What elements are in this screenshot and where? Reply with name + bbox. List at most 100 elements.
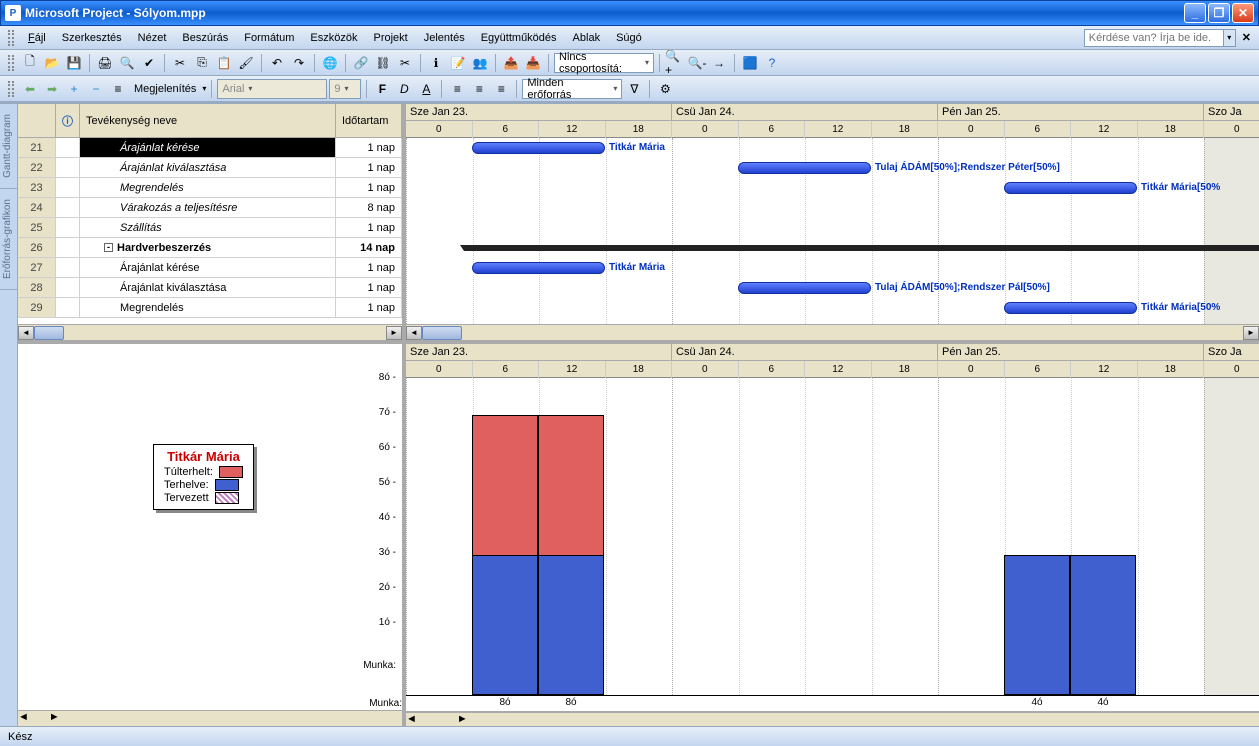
assign-icon[interactable]: 👥 (470, 53, 490, 73)
table-row[interactable]: 29Megrendelés1 nap (18, 298, 402, 318)
show-icon[interactable]: ≡ (108, 79, 128, 99)
col-header-row[interactable] (18, 104, 56, 137)
nav-plus-icon[interactable]: + (64, 79, 84, 99)
timeline-hour: 12 (805, 121, 872, 138)
menu-collab[interactable]: Együttműködés (473, 29, 565, 47)
link-icon[interactable]: 🌐 (320, 53, 340, 73)
menu-report[interactable]: Jelentés (416, 29, 473, 47)
format-painter-icon[interactable]: 🖌 (236, 53, 256, 73)
help-icon[interactable]: ? (762, 53, 782, 73)
gantt-bar[interactable] (472, 262, 605, 274)
paste-icon[interactable]: 📋 (214, 53, 234, 73)
zoom-out-icon[interactable]: 🔍- (687, 53, 707, 73)
info-icon[interactable]: ℹ (426, 53, 446, 73)
menu-tools[interactable]: Eszközök (302, 29, 365, 47)
menu-view[interactable]: Nézet (130, 29, 175, 47)
new-icon[interactable]: 🗋 (20, 53, 40, 73)
graph-bar-loaded (538, 555, 604, 695)
toolbar-handle[interactable] (8, 55, 14, 71)
maximize-button[interactable]: ❐ (1208, 3, 1230, 23)
ms-icon[interactable]: 🟦 (740, 53, 760, 73)
toolbar-handle[interactable] (8, 81, 14, 97)
toolbar-handle[interactable] (8, 30, 14, 46)
help-search-input[interactable] (1084, 29, 1224, 47)
col-header-dur[interactable]: Időtartam (336, 104, 402, 137)
table-row[interactable]: 21Árajánlat kérése1 nap (18, 138, 402, 158)
menu-file[interactable]: Fájl (20, 29, 54, 47)
zoom-in-icon[interactable]: 🔍+ (665, 53, 685, 73)
table-row[interactable]: 28Árajánlat kiválasztása1 nap (18, 278, 402, 298)
scroll-thumb[interactable] (34, 326, 64, 340)
help-search-dropdown[interactable]: ▾ (1224, 29, 1236, 47)
table-hscroll[interactable]: ◄ ► (18, 324, 402, 340)
close-button[interactable]: ✕ (1232, 3, 1254, 23)
publish-icon[interactable]: 📤 (501, 53, 521, 73)
table-row[interactable]: 27Árajánlat kérése1 nap (18, 258, 402, 278)
gantt-bar[interactable] (738, 282, 871, 294)
copy-icon[interactable]: ⎘ (192, 53, 212, 73)
table-row[interactable]: 24Várakozás a teljesítésre8 nap (18, 198, 402, 218)
table-row[interactable]: 22Árajánlat kiválasztása1 nap (18, 158, 402, 178)
gantt-chart[interactable]: Sze Jan 23.061218Csü Jan 24.061218Pén Ja… (406, 104, 1259, 340)
size-combo[interactable]: 9▾ (329, 79, 361, 99)
undo-icon[interactable]: ↶ (267, 53, 287, 73)
save-icon[interactable]: 💾 (64, 53, 84, 73)
scroll-left-icon[interactable]: ◄ (18, 326, 34, 340)
align-center-icon[interactable]: ≡ (469, 79, 489, 99)
menu-edit[interactable]: Szerkesztés (54, 29, 130, 47)
spell-icon[interactable]: ✔ (139, 53, 159, 73)
col-header-info[interactable]: ⓘ (56, 104, 80, 137)
nav-back-icon[interactable]: ⬅ (20, 79, 40, 99)
table-row[interactable]: 23Megrendelés1 nap (18, 178, 402, 198)
doc-close-button[interactable]: ✕ (1242, 31, 1251, 44)
menu-help[interactable]: Súgó (608, 29, 650, 47)
menu-insert[interactable]: Beszúrás (174, 29, 236, 47)
gantt-hscroll[interactable]: ◄► (406, 324, 1259, 340)
font-combo[interactable]: Arial▾ (217, 79, 327, 99)
side-tab-resource[interactable]: Erőforrás-grafikon (0, 189, 17, 290)
group-combo[interactable]: Nincs csoportosítá:▾ (554, 53, 654, 73)
italic-icon[interactable]: D (394, 79, 414, 99)
table-row[interactable]: 25Szállítás1 nap (18, 218, 402, 238)
nav-fwd-icon[interactable]: ➡ (42, 79, 62, 99)
gantt-bar[interactable] (1004, 182, 1137, 194)
cut-icon[interactable]: ✂ (170, 53, 190, 73)
underline-icon[interactable]: A (416, 79, 436, 99)
goto-icon[interactable]: → (709, 53, 729, 73)
side-tab-gantt[interactable]: Gantt-diagram (0, 104, 17, 189)
note-icon[interactable]: 📝 (448, 53, 468, 73)
resource-combo[interactable]: Minden erőforrás▾ (522, 79, 622, 99)
bold-icon[interactable]: F (372, 79, 392, 99)
gantt-bar[interactable] (472, 142, 605, 154)
link-tasks-icon[interactable]: 🔗 (351, 53, 371, 73)
graph-footer-label: 8ó (472, 697, 538, 708)
table-row[interactable]: 26-Hardverbeszerzés14 nap (18, 238, 402, 258)
autofilter-icon[interactable]: ⚙ (655, 79, 675, 99)
timeline-hour: 0 (1204, 121, 1259, 138)
gantt-bar[interactable] (1004, 302, 1137, 314)
nav-minus-icon[interactable]: − (86, 79, 106, 99)
timeline-hour: 12 (539, 361, 606, 378)
open-icon[interactable]: 📂 (42, 53, 62, 73)
align-left-icon[interactable]: ≡ (447, 79, 467, 99)
col-header-name[interactable]: Tevékenység neve (80, 104, 336, 137)
gantt-bar[interactable] (738, 162, 871, 174)
menu-project[interactable]: Projekt (365, 29, 415, 47)
redo-icon[interactable]: ↷ (289, 53, 309, 73)
summary-bar[interactable] (464, 245, 1259, 251)
scroll-right-icon[interactable]: ► (386, 326, 402, 340)
view-label[interactable]: Megjelenítés (130, 83, 200, 95)
legend-hscroll[interactable]: ◄► (18, 710, 402, 726)
split-icon[interactable]: ✂ (395, 53, 415, 73)
menu-window[interactable]: Ablak (565, 29, 609, 47)
menu-format[interactable]: Formátum (236, 29, 302, 47)
resource-graph[interactable]: Sze Jan 23.061218Csü Jan 24.061218Pén Ja… (406, 344, 1259, 726)
minimize-button[interactable]: _ (1184, 3, 1206, 23)
unlink-icon[interactable]: ⛓ (373, 53, 393, 73)
preview-icon[interactable]: 🔍 (117, 53, 137, 73)
filter-icon[interactable]: ∇ (624, 79, 644, 99)
import-icon[interactable]: 📥 (523, 53, 543, 73)
graph-hscroll[interactable]: ◄► (406, 712, 1259, 726)
print-icon[interactable]: 🖨 (95, 53, 115, 73)
align-right-icon[interactable]: ≡ (491, 79, 511, 99)
